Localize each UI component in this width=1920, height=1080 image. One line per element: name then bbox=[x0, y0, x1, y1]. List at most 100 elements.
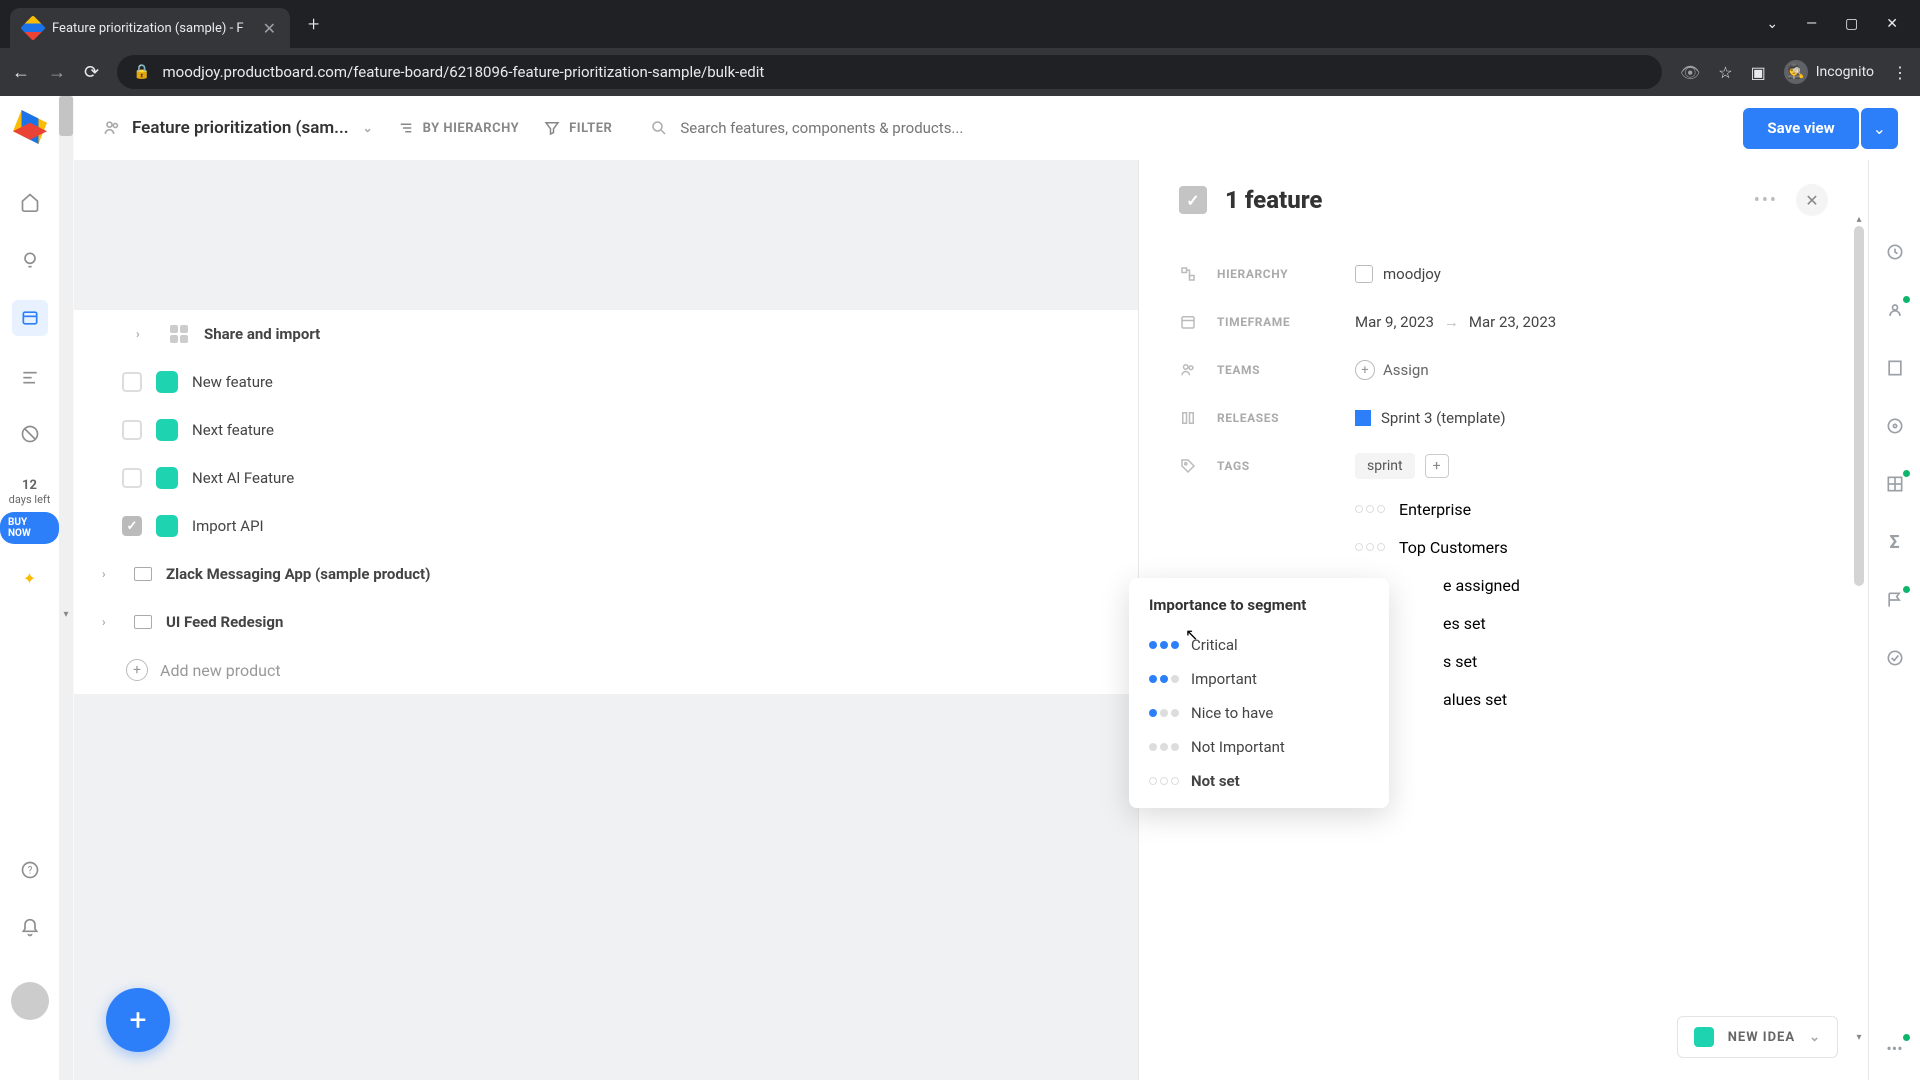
importance-option-not-set[interactable]: Not set bbox=[1149, 764, 1369, 798]
by-hierarchy-button[interactable]: BY HIERARCHY bbox=[397, 119, 519, 137]
popover-title: Importance to segment bbox=[1149, 596, 1369, 614]
flag-icon[interactable] bbox=[1883, 588, 1907, 612]
check-circle-icon[interactable] bbox=[1883, 646, 1907, 670]
extensions-icon[interactable]: ▣ bbox=[1751, 63, 1766, 82]
forward-icon[interactable]: → bbox=[48, 62, 66, 83]
people-icon[interactable] bbox=[1883, 298, 1907, 322]
option-label: Not Important bbox=[1191, 738, 1285, 756]
roadmap-icon[interactable] bbox=[12, 358, 48, 394]
group-zlack[interactable]: › Zlack Messaging App (sample product) bbox=[74, 550, 1138, 598]
close-panel-button[interactable]: ✕ bbox=[1796, 184, 1828, 216]
feature-row[interactable]: Next Al Feature bbox=[74, 454, 1138, 502]
target-icon[interactable] bbox=[1883, 414, 1907, 438]
detail-title: 1 feature bbox=[1225, 186, 1736, 214]
incognito-label: Incognito bbox=[1816, 64, 1874, 80]
buy-now-button[interactable]: BUY NOW bbox=[0, 512, 59, 544]
importance-option-critical[interactable]: Critical bbox=[1149, 628, 1369, 662]
scroll-down-icon[interactable]: ▾ bbox=[1854, 1030, 1864, 1044]
portal-icon[interactable] bbox=[12, 416, 48, 452]
home-icon[interactable] bbox=[12, 184, 48, 220]
add-tag-button[interactable]: + bbox=[1425, 454, 1449, 478]
star-icon[interactable]: ☆ bbox=[1718, 63, 1732, 82]
checkbox-checked[interactable] bbox=[122, 516, 142, 536]
segment-item[interactable]: Top Customers bbox=[1355, 528, 1828, 566]
feature-row[interactable]: New feature bbox=[74, 358, 1138, 406]
group-ui-feed[interactable]: › UI Feed Redesign bbox=[74, 598, 1138, 646]
scroll-thumb[interactable] bbox=[1854, 226, 1864, 586]
checkbox[interactable] bbox=[122, 372, 142, 392]
grid-icon[interactable] bbox=[1883, 472, 1907, 496]
field-timeframe[interactable]: TIMEFRAME Mar 9, 2023 → Mar 23, 2023 bbox=[1179, 298, 1828, 346]
address-bar[interactable]: 🔒 moodjoy.productboard.com/feature-board… bbox=[117, 55, 1662, 89]
more-icon[interactable]: ••• bbox=[1754, 190, 1778, 211]
selection-check-icon[interactable]: ✓ bbox=[1179, 186, 1207, 214]
browser-tab-strip: Feature prioritization (sample) - F ✕ + … bbox=[0, 0, 1920, 48]
sigma-icon[interactable]: Σ bbox=[1883, 530, 1907, 554]
new-tab-button[interactable]: + bbox=[308, 12, 319, 36]
field-tags[interactable]: TAGS sprint + bbox=[1179, 442, 1828, 490]
field-teams[interactable]: TEAMS + Assign bbox=[1179, 346, 1828, 394]
save-view-dropdown[interactable]: ⌄ bbox=[1861, 108, 1898, 149]
new-idea-button[interactable]: NEW IDEA ⌄ bbox=[1677, 1016, 1838, 1058]
checkbox[interactable] bbox=[122, 420, 142, 440]
tag-chip[interactable]: sprint bbox=[1355, 453, 1415, 479]
releases-icon bbox=[1179, 409, 1199, 427]
importance-option-important[interactable]: Important bbox=[1149, 662, 1369, 696]
importance-option-nice[interactable]: Nice to have bbox=[1149, 696, 1369, 730]
more-rail-icon[interactable]: ••• bbox=[1883, 1036, 1907, 1060]
search-box[interactable] bbox=[636, 111, 1719, 145]
chevron-right-icon[interactable]: › bbox=[136, 327, 154, 341]
view-title[interactable]: Feature prioritization (sam... ⌄ bbox=[102, 118, 373, 138]
checkbox[interactable] bbox=[122, 468, 142, 488]
reload-icon[interactable]: ⟳ bbox=[84, 62, 99, 83]
trial-days: 12 bbox=[9, 478, 51, 493]
field-hierarchy[interactable]: HIERARCHY moodjoy bbox=[1179, 250, 1828, 298]
field-releases[interactable]: RELEASES Sprint 3 (template) bbox=[1179, 394, 1828, 442]
browser-tab[interactable]: Feature prioritization (sample) - F ✕ bbox=[10, 8, 290, 48]
fab-add-button[interactable]: + bbox=[106, 988, 170, 1052]
history-icon[interactable] bbox=[1883, 240, 1907, 264]
close-window-icon[interactable]: ✕ bbox=[1886, 16, 1898, 32]
lock-icon: 🔒 bbox=[133, 64, 150, 80]
building-icon[interactable] bbox=[1883, 356, 1907, 380]
bell-icon[interactable] bbox=[12, 910, 48, 946]
assign-button[interactable]: + Assign bbox=[1355, 360, 1429, 380]
segment-item[interactable]: Enterprise bbox=[1355, 490, 1828, 528]
help-icon[interactable]: ? bbox=[12, 852, 48, 888]
minimize-icon[interactable]: ― bbox=[1806, 16, 1817, 32]
maximize-icon[interactable]: ▢ bbox=[1845, 16, 1858, 32]
insights-icon[interactable] bbox=[12, 242, 48, 278]
save-view-button[interactable]: Save view bbox=[1743, 108, 1858, 149]
panel-scrollbar[interactable]: ▴ ▾ bbox=[1854, 226, 1864, 1030]
add-product-button[interactable]: + Add new product bbox=[74, 646, 1138, 694]
feature-row-selected[interactable]: Import API bbox=[74, 502, 1138, 550]
chevron-right-icon[interactable]: › bbox=[102, 567, 120, 581]
features-icon[interactable] bbox=[12, 300, 48, 336]
search-input[interactable] bbox=[680, 119, 1705, 137]
feature-chip-icon bbox=[156, 419, 178, 441]
back-icon[interactable]: ← bbox=[12, 62, 30, 83]
productboard-logo-icon[interactable] bbox=[13, 110, 47, 144]
feature-tree: › Share and import New feature Next feat… bbox=[74, 160, 1138, 1080]
eye-off-icon[interactable]: 👁 bbox=[1680, 63, 1700, 82]
tab-close-icon[interactable]: ✕ bbox=[263, 19, 276, 38]
chevron-right-icon[interactable]: › bbox=[102, 615, 120, 629]
assign-label: Assign bbox=[1383, 361, 1429, 379]
chevron-down-icon[interactable]: ⌄ bbox=[1766, 16, 1778, 32]
chevron-down-icon[interactable]: ⌄ bbox=[1809, 1030, 1821, 1045]
incognito-badge[interactable]: 🕵 Incognito bbox=[1784, 60, 1874, 84]
app-root: 12 days left BUY NOW ✦ ? ▴ ▾ Feature pri… bbox=[0, 96, 1920, 1080]
filter-label: FILTER bbox=[569, 121, 612, 136]
scroll-thumb[interactable] bbox=[59, 96, 73, 136]
user-avatar[interactable] bbox=[11, 982, 49, 1020]
scroll-down-icon[interactable]: ▾ bbox=[59, 606, 73, 622]
group-share-import[interactable]: › Share and import bbox=[74, 310, 1138, 358]
scroll-up-icon[interactable]: ▴ bbox=[1854, 212, 1864, 226]
sparkle-icon[interactable]: ✦ bbox=[18, 566, 42, 590]
importance-option-not-important[interactable]: Not Important bbox=[1149, 730, 1369, 764]
filter-button[interactable]: FILTER bbox=[543, 119, 612, 137]
sidebar-scrollbar[interactable]: ▴ ▾ bbox=[59, 96, 73, 1080]
filter-icon bbox=[543, 119, 561, 137]
feature-row[interactable]: Next feature bbox=[74, 406, 1138, 454]
kebab-menu-icon[interactable]: ⋮ bbox=[1892, 63, 1908, 82]
